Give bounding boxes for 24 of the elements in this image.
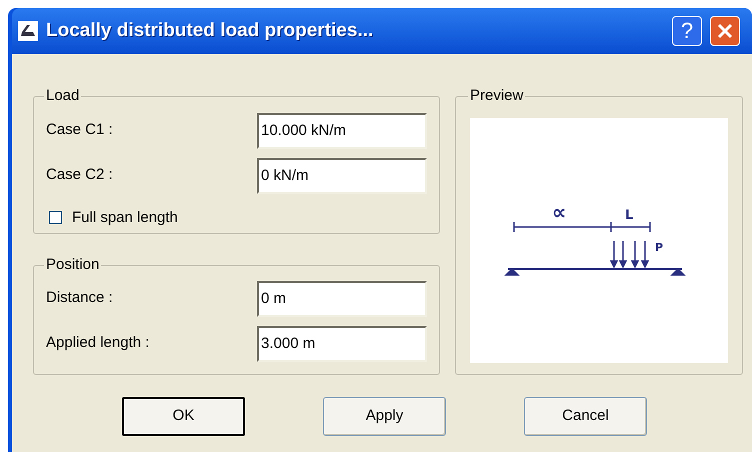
dialog-button[interactable]: Cancel	[524, 397, 647, 436]
dialog-button[interactable]: Apply	[323, 397, 446, 436]
input-field[interactable]: 0 kN/m	[257, 158, 427, 194]
distance-label: ∝	[552, 200, 566, 224]
close-button[interactable]	[710, 16, 740, 46]
checkbox[interactable]	[49, 211, 62, 224]
field-label: Case C2 :	[46, 165, 113, 186]
app-icon	[18, 21, 38, 41]
checkbox-label: Full span length	[72, 208, 178, 228]
group-title: Position	[45, 255, 100, 275]
input-field[interactable]: 10.000 kN/m	[257, 112, 427, 148]
input-field[interactable]: 3.000 m	[257, 326, 427, 362]
length-label: L	[625, 208, 634, 222]
window-title: Locally distributed load properties...	[46, 18, 374, 43]
field-label: Distance :	[46, 288, 113, 308]
input-field[interactable]: 0 m	[257, 280, 427, 316]
field-label: Applied length :	[46, 333, 150, 354]
close-icon	[717, 23, 733, 39]
field-label: Case C1 :	[46, 120, 113, 140]
group-title: Load	[45, 86, 80, 106]
dialog-button[interactable]: OK	[122, 397, 245, 436]
help-button[interactable]: ?	[672, 16, 702, 46]
group-title: Preview	[469, 86, 524, 106]
load-label: P	[655, 240, 664, 254]
